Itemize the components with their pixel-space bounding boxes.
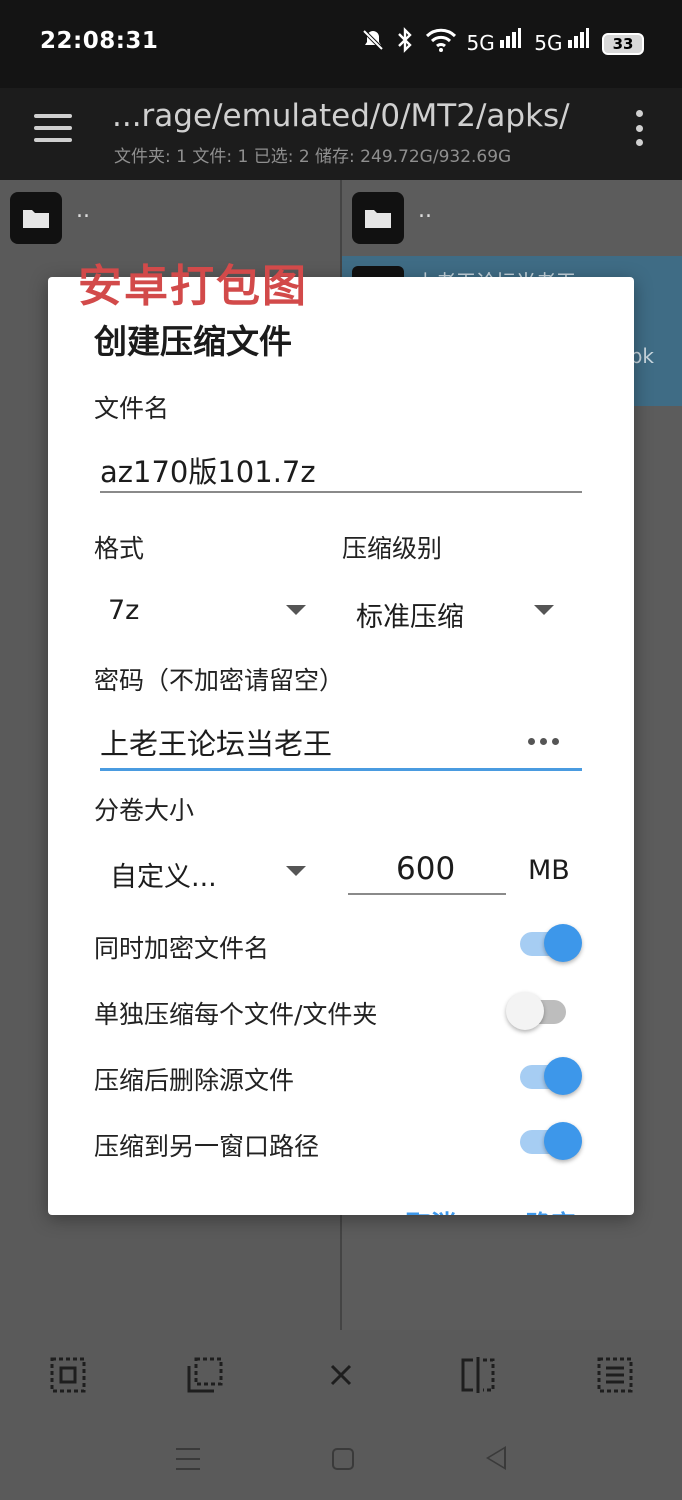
mute-icon	[361, 28, 385, 59]
volume-size-input[interactable]: 600	[396, 851, 455, 887]
folder-icon	[352, 192, 404, 244]
filename-label: 文件名	[94, 394, 170, 423]
parent-folder-row-right[interactable]: ..	[352, 192, 432, 244]
network-label-2: 5G	[534, 31, 563, 55]
invert-selection-icon[interactable]	[186, 1356, 224, 1394]
password-label: 密码（不加密请留空）	[94, 666, 345, 695]
volume-dropdown-icon[interactable]	[286, 866, 306, 876]
app-bar: ...rage/emulated/0/MT2/apks/ 文件夹: 1 文件: …	[0, 88, 682, 180]
level-dropdown-icon[interactable]	[534, 605, 554, 615]
password-input[interactable]: 上老王论坛当老王	[100, 721, 332, 763]
system-nav-bar	[0, 1420, 682, 1500]
ok-button[interactable]: 确定	[526, 1205, 576, 1215]
volume-mode-select[interactable]: 自定义...	[110, 855, 217, 894]
parent-folder-row-left[interactable]: ..	[10, 192, 90, 244]
recents-icon[interactable]	[176, 1448, 200, 1470]
wifi-icon	[425, 28, 457, 59]
create-archive-dialog: 创建压缩文件 文件名 az170版101.7z 格式 压缩级别 7z 标准压缩 …	[48, 277, 634, 1215]
parent-folder-label: ..	[418, 197, 432, 223]
password-visibility-icon[interactable]	[528, 738, 559, 745]
menu-icon[interactable]	[34, 114, 72, 142]
parent-folder-label: ..	[76, 197, 90, 223]
option-label: 单独压缩每个文件/文件夹	[94, 1000, 378, 1029]
network-label-1: 5G	[466, 31, 495, 55]
dialog-title: 创建压缩文件	[94, 322, 292, 361]
compress-each-separately-toggle[interactable]	[506, 991, 570, 1031]
level-label: 压缩级别	[342, 534, 443, 563]
select-all-icon[interactable]	[49, 1356, 87, 1394]
volume-unit: MB	[528, 855, 570, 886]
cancel-button[interactable]: 取消	[406, 1205, 456, 1215]
format-select[interactable]: 7z	[108, 595, 139, 626]
signal-5g-1: 5G	[467, 26, 525, 61]
volume-label: 分卷大小	[94, 796, 195, 825]
status-bar: 22:08:31 5G 5G 33	[0, 0, 682, 88]
encrypt-filenames-toggle[interactable]	[518, 923, 582, 963]
filename-input[interactable]: az170版101.7z	[100, 449, 316, 491]
level-select[interactable]: 标准压缩	[356, 595, 464, 634]
option-label: 压缩后删除源文件	[94, 1066, 295, 1095]
format-dropdown-icon[interactable]	[286, 605, 306, 615]
filename-underline	[100, 491, 582, 493]
current-path[interactable]: ...rage/emulated/0/MT2/apks/	[112, 98, 570, 134]
home-icon[interactable]	[332, 1448, 354, 1470]
bottom-toolbar	[0, 1330, 682, 1420]
other-pane-path-toggle[interactable]	[518, 1121, 582, 1161]
path-info: 文件夹: 1 文件: 1 已选: 2 储存: 249.72G/932.69G	[114, 147, 512, 167]
cancel-selection-icon[interactable]	[322, 1356, 360, 1394]
format-label: 格式	[94, 534, 145, 563]
bluetooth-icon	[395, 27, 415, 60]
option-label: 同时加密文件名	[94, 934, 270, 963]
option-label: 压缩到另一窗口路径	[94, 1132, 320, 1161]
volume-size-underline	[348, 893, 506, 895]
signal-5g-2: 5G	[534, 26, 592, 61]
back-icon[interactable]	[486, 1446, 506, 1470]
list-select-icon[interactable]	[596, 1356, 634, 1394]
folder-icon	[10, 192, 62, 244]
password-underline	[100, 768, 582, 771]
battery-icon: 33	[602, 32, 644, 55]
status-icons: 5G 5G 33	[361, 26, 644, 61]
status-time: 22:08:31	[40, 28, 159, 54]
delete-source-toggle[interactable]	[518, 1056, 582, 1096]
split-view-icon[interactable]	[459, 1356, 497, 1394]
more-options-icon[interactable]	[634, 110, 644, 146]
watermark-text: 安卓打包图	[78, 261, 308, 312]
